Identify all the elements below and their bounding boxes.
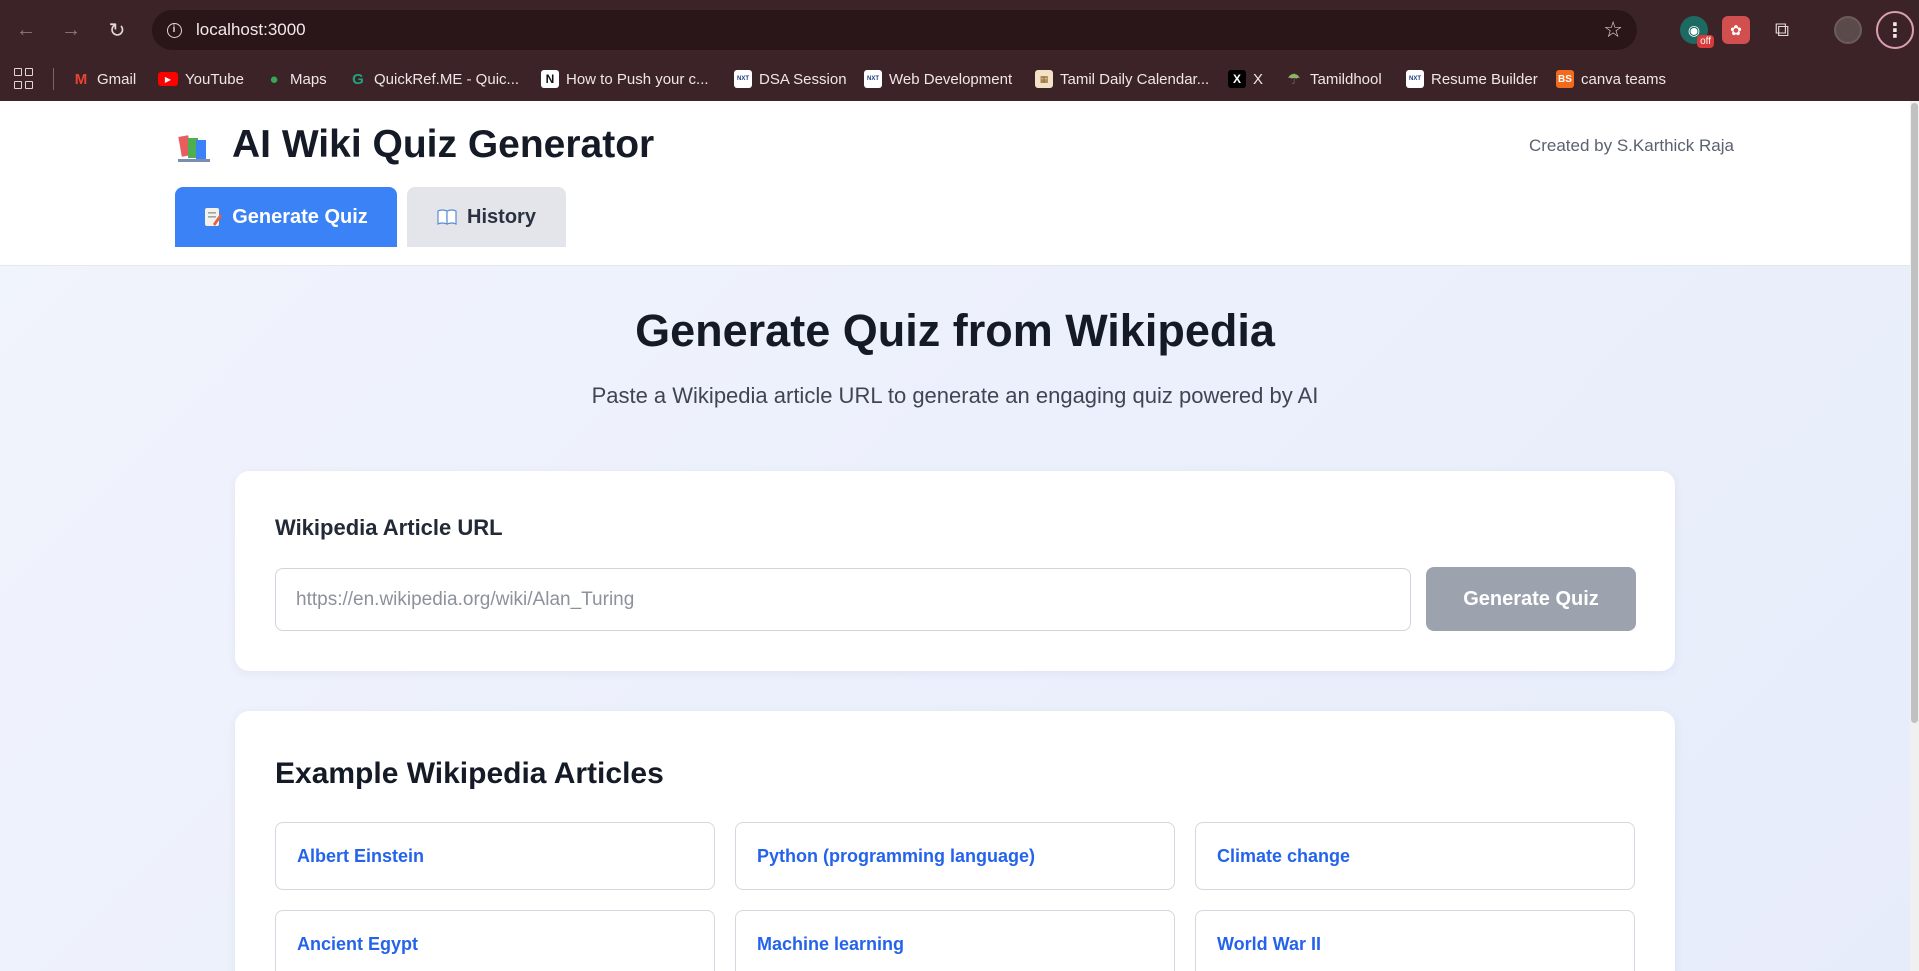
bookmark-label: QuickRef.ME - Quic... <box>374 70 520 88</box>
kebab-menu-icon: ⋮ <box>1885 19 1905 42</box>
reload-icon: ↻ <box>108 19 126 42</box>
info-icon: i <box>166 22 182 38</box>
bs-icon: BS <box>1556 70 1574 88</box>
bookmarks-bar: M Gmail ▶ YouTube ● Maps G QuickRef.ME -… <box>0 60 1919 101</box>
gmail-icon: M <box>74 70 88 88</box>
example-article-world-war-ii[interactable]: World War II <box>1195 910 1635 971</box>
examples-grid: Albert Einstein Python (programming lang… <box>275 822 1636 971</box>
bookmark-x[interactable]: X X <box>1228 66 1263 92</box>
nxtwave-icon: NXT <box>1406 70 1424 88</box>
bookmark-label: DSA Session <box>759 70 847 88</box>
site-info-button[interactable]: i <box>160 16 188 44</box>
nxtwave-icon: NXT <box>734 70 752 88</box>
examples-card: Example Wikipedia Articles Albert Einste… <box>235 711 1675 971</box>
app-header: AI Wiki Quiz Generator Created by S.Kart… <box>0 101 1910 266</box>
tab-label: History <box>467 205 536 228</box>
extension-cat-button[interactable]: ✿ <box>1722 16 1750 44</box>
nxtwave-icon: NXT <box>864 70 882 88</box>
arrow-right-icon: → <box>61 18 81 41</box>
tab-history[interactable]: History <box>407 187 566 247</box>
bookmark-web-development[interactable]: NXT Web Development <box>864 66 1012 92</box>
books-icon <box>178 135 210 162</box>
wikipedia-url-input[interactable] <box>275 568 1411 631</box>
back-button[interactable]: ← <box>10 14 42 46</box>
page-subtitle: Paste a Wikipedia article URL to generat… <box>591 383 1319 408</box>
bookmark-notion[interactable]: N How to Push your c... <box>541 66 709 92</box>
created-by-text: Created by S.Karthick Raja <box>1528 136 1734 155</box>
bookmark-star-icon[interactable]: ☆ <box>1603 17 1623 43</box>
tab-generate-quiz[interactable]: Generate Quiz <box>175 187 397 247</box>
example-article-python[interactable]: Python (programming language) <box>735 822 1175 890</box>
scrollbar-thumb[interactable] <box>1911 103 1918 723</box>
reload-button[interactable]: ↻ <box>101 14 133 46</box>
bookmark-label: Tamildhool <box>1310 70 1382 88</box>
example-article-ancient-egypt[interactable]: Ancient Egypt <box>275 910 715 971</box>
profile-avatar[interactable] <box>1834 16 1862 44</box>
page-content: AI Wiki Quiz Generator Created by S.Kart… <box>0 101 1919 971</box>
bookmarks-divider <box>53 68 54 90</box>
bookmark-maps[interactable]: ● Maps <box>265 66 327 92</box>
extension-off-button[interactable]: ◉ off <box>1680 16 1714 48</box>
page-scrollbar[interactable] <box>1910 101 1919 971</box>
address-bar[interactable]: i localhost:3000 ☆ <box>152 10 1637 50</box>
bookmark-label: How to Push your c... <box>566 70 709 88</box>
bookmark-dsa-session[interactable]: NXT DSA Session <box>734 66 847 92</box>
browser-menu-button[interactable]: ⋮ <box>1876 11 1914 49</box>
bookmark-tamil-calendar[interactable]: ▦ Tamil Daily Calendar... <box>1035 66 1209 92</box>
bookmark-label: Resume Builder <box>1431 70 1538 88</box>
maps-pin-icon: ● <box>269 70 279 88</box>
bookmark-gmail[interactable]: M Gmail <box>72 66 136 92</box>
forward-button[interactable]: → <box>55 14 87 46</box>
bookmark-label: Gmail <box>97 70 137 88</box>
bookmark-quickref[interactable]: G QuickRef.ME - Quic... <box>349 66 519 92</box>
example-article-climate-change[interactable]: Climate change <box>1195 822 1635 890</box>
examples-title: Example Wikipedia Articles <box>275 757 664 790</box>
youtube-icon: ▶ <box>158 72 178 86</box>
url-form-card: Wikipedia Article URL Generate Quiz <box>235 471 1675 671</box>
bookmark-youtube[interactable]: ▶ YouTube <box>158 66 244 92</box>
memo-icon <box>205 208 223 226</box>
bookmark-resume-builder[interactable]: NXT Resume Builder <box>1406 66 1538 92</box>
bookmark-label: X <box>1253 70 1264 88</box>
example-article-machine-learning[interactable]: Machine learning <box>735 910 1175 971</box>
arrow-left-icon: ← <box>16 18 36 41</box>
quickref-icon: G <box>352 70 364 88</box>
tab-label: Generate Quiz <box>232 205 368 228</box>
app-title: AI Wiki Quiz Generator <box>232 123 655 166</box>
bookmark-tamildhool[interactable]: ☂ Tamildhool <box>1285 66 1382 92</box>
browser-toolbar: ← → ↻ i localhost:3000 ☆ ◉ off ✿ ⧉ ⋮ <box>0 0 1919 60</box>
bookmark-canva-teams[interactable]: BS canva teams <box>1556 66 1666 92</box>
bookmark-label: Tamil Daily Calendar... <box>1060 70 1210 88</box>
notion-icon: N <box>541 70 559 88</box>
bookmark-label: Web Development <box>889 70 1013 88</box>
example-article-albert-einstein[interactable]: Albert Einstein <box>275 822 715 890</box>
extension-off-badge: off <box>1697 35 1714 48</box>
generate-quiz-button[interactable]: Generate Quiz <box>1426 567 1636 631</box>
bookmark-label: YouTube <box>185 70 244 88</box>
apps-grid-icon[interactable] <box>14 68 36 90</box>
tamildhool-icon: ☂ <box>1287 71 1301 88</box>
x-logo-icon: X <box>1228 70 1246 88</box>
page-title: Generate Quiz from Wikipedia <box>635 305 1275 356</box>
bookmark-label: canva teams <box>1581 70 1667 88</box>
bookmark-label: Maps <box>290 70 327 88</box>
browser-chrome: ← → ↻ i localhost:3000 ☆ ◉ off ✿ ⧉ ⋮ M G… <box>0 0 1919 101</box>
calendar-icon: ▦ <box>1035 70 1053 88</box>
cat-icon: ✿ <box>1730 21 1742 38</box>
url-field-label: Wikipedia Article URL <box>275 515 503 540</box>
puzzle-icon: ⧉ <box>1774 18 1790 41</box>
extensions-button[interactable]: ⧉ <box>1768 16 1796 44</box>
open-book-icon <box>437 209 457 225</box>
address-url[interactable]: localhost:3000 <box>196 10 306 50</box>
